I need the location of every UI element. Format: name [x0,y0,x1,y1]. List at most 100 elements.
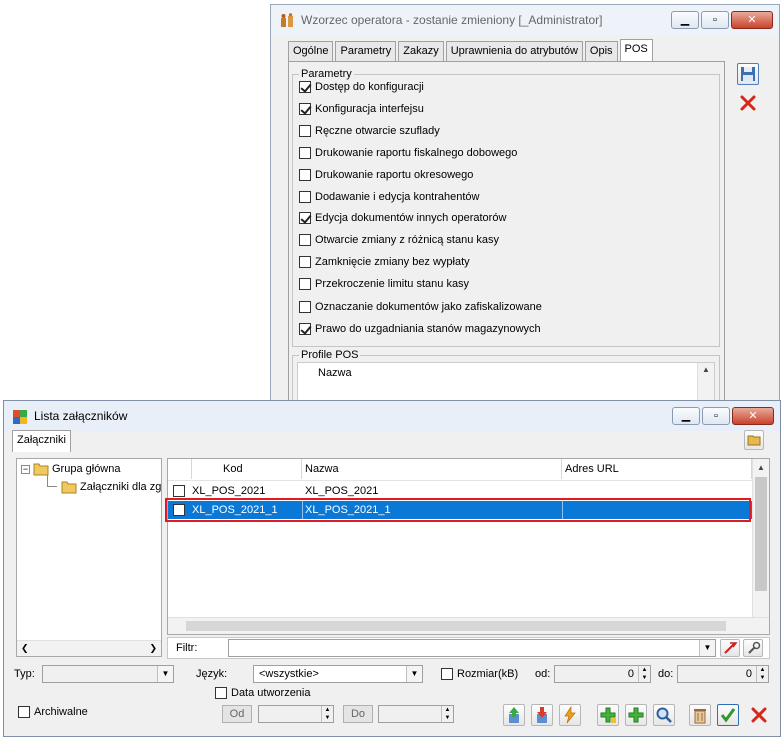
add-copy-button[interactable] [597,704,619,726]
do-size-value: 0 [745,668,752,680]
attachments-maximize-button[interactable]: ▫ [702,407,730,425]
export-icon [509,707,519,723]
param-row[interactable]: Dostęp do konfiguracji [299,79,424,95]
do-date-input[interactable]: ▲ ▼ [378,705,454,723]
spinner-icon[interactable]: ▲ ▼ [638,666,650,682]
scroll-left-icon[interactable]: ❮ [21,643,29,654]
scroll-up-icon[interactable]: ▲ [753,463,769,472]
param-checkbox[interactable] [299,234,311,246]
chevron-down-icon[interactable]: ▼ [699,640,715,656]
spinner-icon[interactable]: ▲ ▼ [321,706,333,722]
param-checkbox[interactable] [299,278,311,290]
rozmiar-checkbox[interactable] [441,668,453,680]
save-button[interactable] [737,63,759,85]
col-url-header[interactable]: Adres URL [562,459,752,479]
grid-hscrollbar[interactable] [168,617,769,634]
add-button[interactable] [625,704,647,726]
param-row[interactable]: Edycja dokumentów innych operatorów [299,210,506,226]
chevron-down-icon[interactable]: ▼ [157,666,173,682]
od-date-button[interactable]: Od [222,705,252,723]
attachments-minimize-button[interactable]: ▁ [672,407,700,425]
filter-input[interactable]: ▼ [228,639,716,657]
param-checkbox[interactable] [299,212,311,224]
filter-settings-button[interactable] [743,639,763,657]
param-row[interactable]: Prawo do uzgadniania stanów magazynowych [299,321,541,337]
row-checkbox[interactable] [173,485,185,497]
tab-pos[interactable]: POS [619,39,653,61]
param-checkbox[interactable] [299,81,311,93]
param-checkbox[interactable] [299,147,311,159]
do-size-input[interactable]: 0 ▲ ▼ [677,665,769,683]
do-label: do: [658,668,674,680]
param-row[interactable]: Przekroczenie limitu stanu kasy [299,276,469,292]
import-button[interactable] [531,704,553,726]
od-label: od: [535,668,551,680]
tree-node-child[interactable]: Załączniki dla zg [61,479,161,495]
col-nazwa-header[interactable]: Nazwa [302,459,562,479]
param-checkbox[interactable] [299,125,311,137]
attachments-titlebar[interactable]: Lista załączników ▁ ▫ ✕ [4,401,780,431]
param-row[interactable]: Oznaczanie dokumentów jako zafiskalizowa… [299,299,542,315]
jezyk-select[interactable]: <wszystkie> ▼ [253,665,423,683]
param-row[interactable]: Ręczne otwarcie szuflady [299,123,440,139]
scroll-up-icon[interactable]: ▲ [698,365,714,374]
param-row[interactable]: Drukowanie raportu okresowego [299,167,473,183]
tab-zakazy[interactable]: Zakazy [398,41,444,61]
param-label: Drukowanie raportu okresowego [315,169,474,181]
operator-window-title: Wzorzec operatora - zostanie zmieniony [… [301,13,603,27]
cancel-icon [751,707,767,723]
param-checkbox[interactable] [299,191,311,203]
close-button[interactable]: ✕ [731,11,773,29]
clear-filter-button[interactable] [720,639,740,657]
param-checkbox[interactable] [299,323,311,335]
tab-zalaczniki[interactable]: Załączniki [12,430,71,452]
delete-button[interactable] [689,704,711,726]
maximize-button[interactable]: ▫ [701,11,729,29]
close-list-button[interactable] [748,704,770,726]
param-row[interactable]: Drukowanie raportu fiskalnego dobowego [299,145,517,161]
tree-hscrollbar[interactable]: ❮ ❯ [17,640,161,656]
checkmark-icon [720,708,736,723]
param-checkbox[interactable] [299,169,311,181]
col-kod-header[interactable]: Kod [192,459,302,479]
folder-open-button[interactable] [744,430,764,450]
param-checkbox[interactable] [299,256,311,268]
od-size-input[interactable]: 0 ▲ ▼ [554,665,651,683]
collapse-icon[interactable]: − [21,464,30,474]
chevron-down-icon[interactable]: ▼ [406,666,422,682]
archiwalne-checkbox[interactable] [18,706,30,718]
grid-vscrollbar[interactable]: ▲ [752,459,769,618]
scroll-thumb[interactable] [755,477,767,591]
hscroll-thumb[interactable] [186,621,726,631]
data-utworzenia-checkbox[interactable] [215,687,227,699]
param-row[interactable]: Dodawanie i edycja kontrahentów [299,189,480,205]
cancel-button[interactable] [737,92,759,114]
tree-node-root[interactable]: − Grupa główna [21,461,121,477]
param-checkbox[interactable] [299,103,311,115]
typ-select[interactable]: ▼ [42,665,174,683]
param-row[interactable]: Zamknięcie zmiany bez wypłaty [299,254,470,270]
tab-opis[interactable]: Opis [584,41,618,61]
tab-ogolne[interactable]: Ogólne [288,41,334,61]
attachments-grid[interactable]: Kod Nazwa Adres URL XL_POS_2021 XL_POS_2… [165,458,770,635]
param-checkbox[interactable] [299,301,311,313]
tab-content: Parametry Dostęp do konfiguracji Konfigur… [288,61,725,415]
tab-parametry[interactable]: Parametry [335,41,397,61]
group-tree[interactable]: − Grupa główna Załączniki dla zg ❮ ❯ [16,458,162,657]
do-date-button[interactable]: Do [343,705,373,723]
export-button[interactable] [503,704,525,726]
lightning-button[interactable] [559,704,581,726]
minimize-button[interactable]: ▁ [671,11,699,29]
rozmiar-label: Rozmiar(kB) [457,668,519,680]
confirm-button[interactable] [717,704,739,726]
scroll-right-icon[interactable]: ❯ [149,643,157,654]
spinner-icon[interactable]: ▲ ▼ [756,666,768,682]
preview-button[interactable] [653,704,675,726]
od-date-input[interactable]: ▲ ▼ [258,705,334,723]
param-row[interactable]: Otwarcie zmiany z różnicą stanu kasy [299,232,499,248]
tab-uprawnienia[interactable]: Uprawnienia do atrybutów [445,41,583,61]
attachments-close-button[interactable]: ✕ [732,407,774,425]
operator-titlebar[interactable]: Wzorzec operatora - zostanie zmieniony [… [271,5,779,35]
param-row[interactable]: Konfiguracja interfejsu [299,101,424,117]
spinner-icon[interactable]: ▲ ▼ [441,706,453,722]
